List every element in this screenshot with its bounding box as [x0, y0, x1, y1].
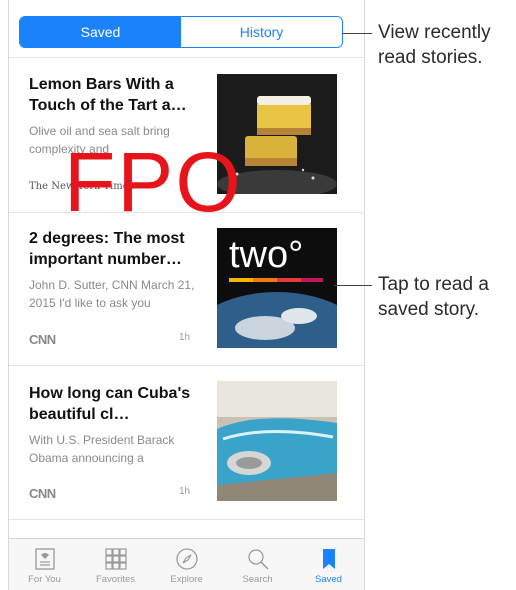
thumbnail-caption: two° — [229, 234, 304, 276]
tab-saved[interactable]: Saved — [293, 539, 364, 590]
story-snippet: Olive oil and sea salt bring complexity … — [29, 124, 170, 156]
two-degrees-thumbnail: two° — [217, 228, 337, 348]
for-you-icon — [34, 548, 55, 570]
cuba-car-thumbnail — [217, 381, 337, 501]
bookmark-icon — [322, 549, 335, 569]
story-age: 1h — [179, 486, 191, 497]
source-logo-nyt: The New York Times — [29, 181, 134, 192]
story-divider — [9, 212, 364, 213]
tab-label: Saved — [315, 574, 342, 585]
source-logo-cnn: CNN — [29, 332, 56, 347]
story-divider — [9, 365, 364, 366]
story-snippet: John D. Sutter, CNN March 21, 2015 I'd l… — [29, 278, 195, 310]
search-icon — [247, 549, 269, 570]
saved-history-segmented-control: Saved History — [19, 16, 343, 48]
lemon-bars-thumbnail — [217, 74, 337, 194]
header-divider — [9, 57, 364, 58]
story-age: 1h — [179, 332, 191, 343]
story-title: How long can Cuba's beautiful cl… — [29, 385, 191, 423]
history-segment[interactable]: History — [181, 17, 342, 47]
tab-bar: For You Favorites Explore Search Saved — [9, 538, 364, 590]
tab-explore[interactable]: Explore — [151, 539, 222, 590]
saved-story-callout-line — [334, 285, 372, 286]
tab-favorites[interactable]: Favorites — [80, 539, 151, 590]
source-logo-cnn: CNN — [29, 486, 56, 501]
phone-screen: Saved History Lemon Bars With a Touch of… — [8, 0, 365, 590]
story-item-cuba[interactable]: How long can Cuba's beautiful cl… With U… — [9, 381, 364, 533]
story-item-lemon-bars[interactable]: Lemon Bars With a Touch of the Tart a… O… — [9, 74, 364, 224]
tab-for-you[interactable]: For You — [9, 539, 80, 590]
saved-story-callout: Tap to read a saved story. — [378, 274, 489, 320]
tab-label: Search — [242, 574, 273, 585]
tab-label: For You — [28, 574, 61, 585]
story-title: Lemon Bars With a Touch of the Tart a… — [29, 76, 187, 114]
tab-label: Favorites — [95, 574, 136, 585]
history-callout-line — [342, 33, 372, 34]
story-snippet: With U.S. President Barack Obama announc… — [29, 433, 175, 465]
favorites-grid-icon — [104, 548, 127, 570]
story-divider — [9, 519, 364, 520]
saved-segment[interactable]: Saved — [20, 17, 181, 47]
tab-label: Explore — [170, 574, 203, 585]
history-callout: View recently read stories. — [378, 22, 491, 68]
tab-search[interactable]: Search — [222, 539, 293, 590]
compass-icon — [175, 548, 198, 570]
story-item-two-degrees[interactable]: 2 degrees: The most important number… Jo… — [9, 228, 364, 378]
story-title: 2 degrees: The most important number… — [29, 230, 185, 268]
